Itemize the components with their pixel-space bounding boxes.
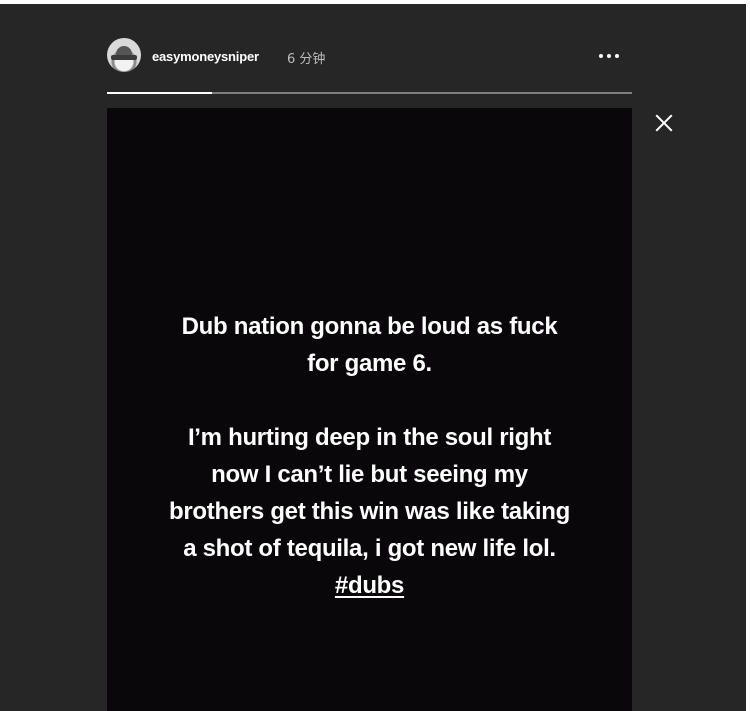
story-line: Dub nation gonna be loud as fuck	[181, 313, 558, 340]
story-progress-fill	[107, 92, 212, 94]
avatar[interactable]	[107, 38, 141, 72]
story-header: easymoneysniper 6 分钟	[107, 38, 632, 78]
story-line: for game 6.	[307, 350, 432, 377]
more-options-icon[interactable]	[592, 42, 626, 68]
story-line: brothers get this win was like taking	[169, 498, 570, 525]
story-line: now I can’t lie but seeing my	[211, 461, 528, 488]
story-progress-bar	[107, 92, 632, 94]
story-line: a shot of tequila, i got new life lol.	[183, 535, 556, 562]
ellipsis-dot	[599, 54, 603, 58]
hashtag-link[interactable]: #dubs	[335, 572, 404, 599]
ellipsis-dot	[607, 54, 611, 58]
window-top-border	[0, 0, 750, 4]
close-icon[interactable]	[650, 109, 678, 137]
ellipsis-dot	[615, 54, 619, 58]
story-content[interactable]: Dub nation gonna be loud as fuck for gam…	[107, 108, 632, 711]
story-timestamp: 6 分钟	[287, 52, 326, 67]
username-link[interactable]: easymoneysniper	[152, 49, 259, 64]
story-line: I’m hurting deep in the soul right	[187, 424, 552, 451]
avatar-brim-shape	[111, 55, 137, 60]
window-right-border	[746, 0, 750, 711]
story-text: Dub nation gonna be loud as fuck for gam…	[107, 308, 632, 604]
